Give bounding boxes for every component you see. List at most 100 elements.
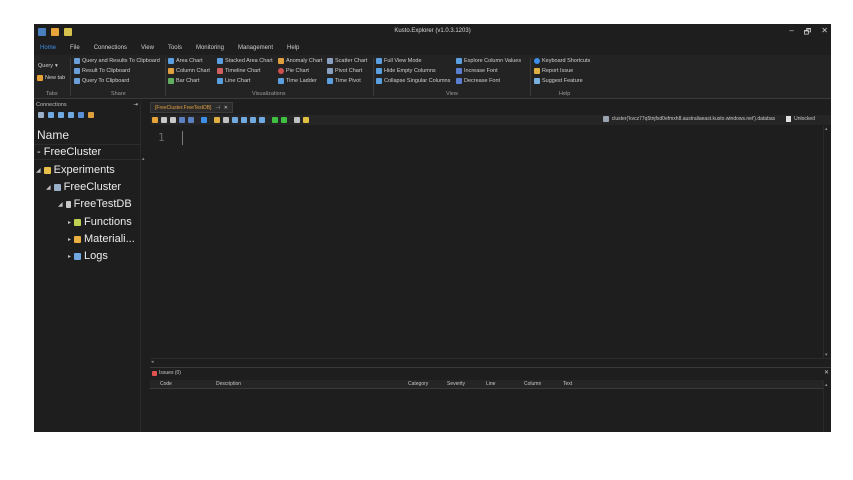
- time-pivot-button[interactable]: Time Pivot: [327, 78, 361, 84]
- increase-font-button[interactable]: Increase Font: [456, 68, 498, 74]
- lock-state[interactable]: Unlocked: [794, 116, 815, 122]
- tree-item-functions[interactable]: ▸ Functions: [68, 216, 132, 228]
- column-header-column[interactable]: Column: [524, 381, 541, 387]
- tree-item-experiments[interactable]: ◢ Experiments: [36, 164, 115, 176]
- scroll-up-icon[interactable]: ▴: [825, 382, 828, 388]
- menu-file[interactable]: File: [70, 45, 80, 51]
- run-to-cursor-icon[interactable]: [281, 117, 287, 123]
- line-chart-button[interactable]: Line Chart: [217, 78, 250, 84]
- name-column-header[interactable]: Name: [37, 128, 69, 142]
- collapsed-arrow-icon[interactable]: ▸: [68, 219, 71, 226]
- editor-horizontal-scrollbar[interactable]: ◂: [150, 358, 831, 365]
- editor-vertical-scrollbar[interactable]: ▴ ▾: [823, 126, 831, 358]
- run-icon[interactable]: [272, 117, 278, 123]
- time-ladder-button[interactable]: Time Ladder: [278, 78, 317, 84]
- collapse-singular-columns-button[interactable]: Collapse Singular Columns: [376, 78, 450, 84]
- keyboard-shortcuts-button[interactable]: Keyboard Shortcuts: [534, 58, 590, 64]
- tree-item-freecluster[interactable]: ◢ FreeCluster: [46, 181, 121, 193]
- time-ladder-icon: [278, 78, 284, 84]
- add-group-icon[interactable]: [48, 112, 54, 118]
- replace-icon[interactable]: [241, 117, 247, 123]
- undo-icon[interactable]: [179, 117, 185, 123]
- menu-management[interactable]: Management: [238, 45, 273, 51]
- add-connection-icon[interactable]: [38, 112, 44, 118]
- query-and-results-to-clipboard-button[interactable]: Query and Results To Clipboard: [74, 58, 160, 64]
- decrease-font-button[interactable]: Decrease Font: [456, 78, 500, 84]
- collapsed-arrow-icon[interactable]: ▸: [68, 236, 71, 243]
- column-header-severity[interactable]: Severity: [447, 381, 465, 387]
- tree-item-materialized-views[interactable]: ▸ Materiali...: [68, 233, 135, 245]
- explore-column-values-button[interactable]: Explore Column Values: [456, 58, 521, 64]
- edit-connection-icon[interactable]: [58, 112, 64, 118]
- menu-home[interactable]: Home: [40, 45, 56, 51]
- close-button[interactable]: ✕: [821, 26, 828, 40]
- comment-icon[interactable]: [214, 117, 220, 123]
- check-icon[interactable]: [303, 117, 309, 123]
- timeline-chart-button[interactable]: Timeline Chart: [217, 68, 261, 74]
- report-issue-button[interactable]: Report Issue: [534, 68, 573, 74]
- anomaly-chart-button[interactable]: Anomaly Chart: [278, 58, 322, 64]
- area-chart-button[interactable]: Area Chart: [168, 58, 203, 64]
- export-icon[interactable]: [88, 112, 94, 118]
- menu-monitoring[interactable]: Monitoring: [196, 45, 224, 51]
- issues-scrollbar[interactable]: ▴: [823, 380, 831, 432]
- column-header-description[interactable]: Description: [216, 381, 241, 387]
- pin-icon[interactable]: ⇥: [133, 102, 138, 108]
- bar-chart-button[interactable]: Bar Chart: [168, 78, 200, 84]
- menu-help[interactable]: Help: [287, 45, 299, 51]
- find-icon[interactable]: [232, 117, 238, 123]
- open-file-icon[interactable]: [152, 117, 158, 123]
- scroll-left-icon[interactable]: ◂: [151, 359, 154, 365]
- restore-button[interactable]: 🗗: [804, 26, 812, 40]
- redo-icon[interactable]: [188, 117, 194, 123]
- save-as-icon[interactable]: [170, 117, 176, 123]
- selected-connection[interactable]: - FreeCluster: [37, 146, 101, 158]
- column-header-category[interactable]: Category: [408, 381, 428, 387]
- scatter-chart-button[interactable]: Scatter Chart: [327, 58, 367, 64]
- title-bar: Kusto.Explorer (v1.0.3.1203) – 🗗 ✕: [34, 24, 831, 40]
- menu-tools[interactable]: Tools: [168, 45, 182, 51]
- unlock-icon[interactable]: [786, 116, 792, 122]
- format-icon[interactable]: [201, 117, 207, 123]
- connections-scrollbar[interactable]: ▴: [140, 102, 148, 432]
- query-dropdown-button[interactable]: Query ▾: [38, 63, 58, 69]
- scroll-up-icon[interactable]: ▴: [142, 156, 145, 162]
- column-header-line[interactable]: Line: [486, 381, 495, 387]
- expand-arrow-icon[interactable]: ◢: [36, 167, 41, 174]
- menu-connections[interactable]: Connections: [94, 45, 127, 51]
- pivot-chart-button[interactable]: Pivot Chart: [327, 68, 362, 74]
- menu-view[interactable]: View: [141, 45, 154, 51]
- column-header-code[interactable]: Code: [160, 381, 172, 387]
- edit-icon[interactable]: [223, 117, 229, 123]
- tools-icon[interactable]: [294, 117, 300, 123]
- result-to-clipboard-button[interactable]: Result To Clipboard: [74, 68, 130, 74]
- options-icon[interactable]: [259, 117, 265, 123]
- tree-item-freetestdb[interactable]: ◢ FreeTestDB: [58, 198, 132, 210]
- tab-pin-icon[interactable]: ⊣: [215, 105, 219, 111]
- column-chart-button[interactable]: Column Chart: [168, 68, 210, 74]
- issues-close-icon[interactable]: ✕: [824, 369, 829, 376]
- pie-chart-button[interactable]: Pie Chart: [278, 68, 309, 74]
- bookmark-icon[interactable]: [250, 117, 256, 123]
- tab-query[interactable]: [FreeCluster.FreeTestDB] ⊣ ✕: [150, 102, 233, 113]
- hide-empty-columns-button[interactable]: Hide Empty Columns: [376, 68, 436, 74]
- full-view-mode-button[interactable]: Full View Mode: [376, 58, 422, 64]
- new-tab-button[interactable]: New tab: [37, 75, 65, 81]
- query-editor[interactable]: 1: [150, 126, 823, 356]
- save-icon[interactable]: [161, 117, 167, 123]
- minimize-button[interactable]: –: [789, 26, 793, 40]
- scroll-up-icon[interactable]: ▴: [825, 126, 828, 132]
- tree-item-logs[interactable]: ▸ Logs: [68, 250, 108, 262]
- stacked-area-chart-button[interactable]: Stacked Area Chart: [217, 58, 273, 64]
- query-to-clipboard-button[interactable]: Query To Clipboard: [74, 78, 129, 84]
- menu-bar: Home File Connections View Tools Monitor…: [34, 42, 831, 53]
- suggest-feature-button[interactable]: Suggest Feature: [534, 78, 583, 84]
- collapsed-arrow-icon[interactable]: ▸: [68, 253, 71, 260]
- cluster-icon: [53, 183, 61, 191]
- import-icon[interactable]: [78, 112, 84, 118]
- expand-arrow-icon[interactable]: ◢: [46, 184, 51, 191]
- column-header-text[interactable]: Text: [563, 381, 572, 387]
- expand-arrow-icon[interactable]: ◢: [58, 201, 63, 208]
- tab-close-icon[interactable]: ✕: [224, 105, 228, 111]
- refresh-icon[interactable]: [68, 112, 74, 118]
